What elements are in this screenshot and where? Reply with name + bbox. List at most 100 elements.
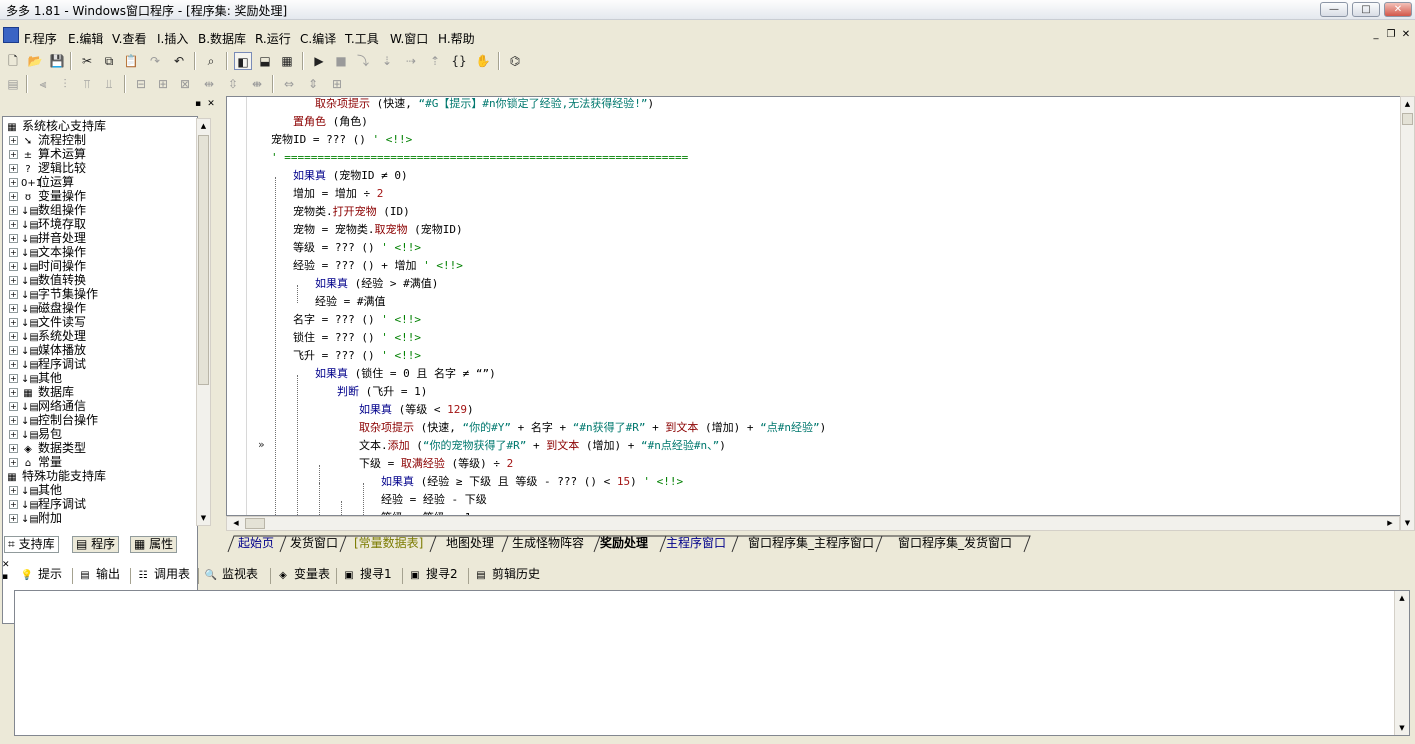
layout-bottom-icon[interactable]: ⬓ xyxy=(256,52,274,70)
tab-support-library[interactable]: ⌗ 支持库 xyxy=(4,536,59,553)
tree-item[interactable]: + ↓▤数组操作 xyxy=(9,203,86,217)
scroll-thumb[interactable] xyxy=(198,135,209,385)
redo-icon[interactable]: ↷ xyxy=(146,52,164,70)
align-center-icon[interactable]: ⫶ xyxy=(56,75,74,93)
code-line[interactable]: 取杂项提示 (快速, “你的#Y” + 名字 + “#n获得了#R” + 到文本… xyxy=(359,419,826,437)
tree-scrollbar[interactable]: ▲ ▼ xyxy=(196,118,211,526)
tab-start-page[interactable]: 起始页 xyxy=(234,536,278,553)
tree-item[interactable]: + ↓▤环境存取 xyxy=(9,217,86,231)
code-line[interactable]: 文本.添加 (“你的宠物获得了#R” + 到文本 (增加) + “#n点经验#n… xyxy=(359,437,726,455)
align-bottom-icon[interactable]: ⫫ xyxy=(100,75,118,93)
tree-item[interactable]: + ↓▤程序调试 xyxy=(9,357,86,371)
menu-insert[interactable]: I.插入 xyxy=(157,30,188,47)
open-folder-icon[interactable]: 📂 xyxy=(26,52,44,70)
output-tab[interactable]: ☷ 调用表 xyxy=(136,566,191,584)
expand-icon[interactable]: + xyxy=(9,318,18,327)
tree-item[interactable]: + ▦ 数据库 xyxy=(9,385,74,399)
tree-item[interactable]: + ↓▤程序调试 xyxy=(9,497,86,511)
tab-shipping-window-class[interactable]: 窗口程序集_发货窗口 xyxy=(894,536,1016,553)
tab-constant-table[interactable]: [常量数据表] xyxy=(350,536,427,553)
tree-item[interactable]: + ➘ 流程控制 xyxy=(9,133,86,147)
undo-icon[interactable]: ↶ xyxy=(170,52,188,70)
tree-item[interactable]: + ↓▤数值转换 xyxy=(9,273,86,287)
v-space-icon[interactable]: ⇳ xyxy=(224,75,242,93)
tree-item[interactable]: +? 逻辑比较 xyxy=(9,161,86,175)
mdi-restore-button[interactable]: ❐ xyxy=(1385,29,1397,41)
step-over-icon[interactable]: ⇢ xyxy=(402,52,420,70)
menu-help[interactable]: H.帮助 xyxy=(438,30,475,47)
cut-icon[interactable]: ✂ xyxy=(78,52,96,70)
tab-reward-processing[interactable]: 奖励处理 xyxy=(596,536,652,553)
tab-main-window-class[interactable]: 窗口程序集_主程序窗口 xyxy=(744,536,878,553)
output-content[interactable]: ▲ ▼ xyxy=(14,590,1410,736)
tree-item[interactable]: + ↓▤其他 xyxy=(9,483,62,497)
code-line[interactable]: 增加 = 增加 ÷ 2 xyxy=(293,185,383,203)
output-scrollbar[interactable]: ▲ ▼ xyxy=(1394,591,1409,735)
tree-item[interactable]: + ↓▤其他 xyxy=(9,371,62,385)
find-icon[interactable]: ⌕ xyxy=(202,52,220,70)
tab-shipping-window[interactable]: 发货窗口 xyxy=(286,536,342,553)
align-left-icon[interactable]: ⫷ xyxy=(34,75,52,93)
close-button[interactable]: ✕ xyxy=(1384,2,1412,17)
scroll-left-icon[interactable]: ◀ xyxy=(229,517,243,530)
tab-main-window[interactable]: 主程序窗口 xyxy=(662,536,730,553)
step-into-icon[interactable]: ⇣ xyxy=(378,52,396,70)
expand-icon[interactable]: + xyxy=(9,192,18,201)
code-line[interactable]: 如果真 (经验 > #满值) xyxy=(315,275,438,293)
expand-icon[interactable]: + xyxy=(9,220,18,229)
tree-item[interactable]: + ↓▤拼音处理 xyxy=(9,231,86,245)
step-icon[interactable]: ⤵ xyxy=(354,52,372,70)
tab-map-processing[interactable]: 地图处理 xyxy=(442,536,498,553)
h-space-icon[interactable]: ⇹ xyxy=(200,75,218,93)
expand-icon[interactable]: + xyxy=(9,262,18,271)
code-line[interactable]: 判断 (飞升 = 1) xyxy=(337,383,427,401)
menu-program[interactable]: F.程序 xyxy=(24,30,57,47)
tree-item[interactable]: + ↓▤字节集操作 xyxy=(9,287,98,301)
scroll-up-icon[interactable]: ▲ xyxy=(197,119,210,133)
expand-icon[interactable]: + xyxy=(9,164,18,173)
expand-icon[interactable]: + xyxy=(9,458,18,467)
new-file-icon[interactable]: 🗋 xyxy=(4,52,22,70)
code-line[interactable]: 取杂项提示 (快速, “#G【提示】#n你锁定了经验,无法获得经验!”) xyxy=(315,97,654,113)
minimize-button[interactable]: — xyxy=(1320,2,1348,17)
brace-icon[interactable]: {} xyxy=(450,52,468,70)
tab-generate-monsters[interactable]: 生成怪物阵容 xyxy=(508,536,588,553)
output-tab[interactable]: ▤ 输出 xyxy=(78,566,120,584)
same-height-icon[interactable]: ⊞ xyxy=(154,75,172,93)
expand-icon[interactable]: + xyxy=(9,248,18,257)
panel-close-icon[interactable]: ✕ xyxy=(205,98,217,110)
expand-icon[interactable]: + xyxy=(9,332,18,341)
code-line[interactable]: 宠物 = 宠物类.取宠物 (宠物ID) xyxy=(293,221,463,239)
menu-compile[interactable]: C.编译 xyxy=(300,30,336,47)
tree-item[interactable]: + ↓▤时间操作 xyxy=(9,259,86,273)
code-line[interactable]: 经验 = 经验 - 下级 xyxy=(381,491,487,509)
tree-item[interactable]: + ± 算术运算 xyxy=(9,147,86,161)
expand-icon[interactable]: + xyxy=(9,136,18,145)
code-line[interactable]: 经验 = ??? () + 增加 ' <!!> xyxy=(293,257,463,275)
menu-tools[interactable]: T.工具 xyxy=(345,30,379,47)
code-line[interactable]: 等级 = 等级 + 1 xyxy=(381,509,471,515)
editor-vscrollbar[interactable]: ▲ ▼ xyxy=(1400,96,1415,531)
code-line[interactable]: 宠物类.打开宠物 (ID) xyxy=(293,203,410,221)
expand-icon[interactable]: + xyxy=(9,374,18,383)
expand-icon[interactable]: + xyxy=(9,150,18,159)
scroll-down-icon[interactable]: ▼ xyxy=(1401,516,1414,530)
expand-icon[interactable]: + xyxy=(9,416,18,425)
code-line[interactable]: 如果真 (锁住 = 0 且 名字 ≠ “”) xyxy=(315,365,496,383)
expand-icon[interactable]: + xyxy=(9,346,18,355)
editor-hscrollbar[interactable]: ◀ ▶ xyxy=(226,516,1400,531)
code-line[interactable]: 宠物ID = ??? () ' <!!> xyxy=(271,131,412,149)
code-line[interactable]: 如果真 (经验 ≥ 下级 且 等级 - ??? () < 15) ' <!!> xyxy=(381,473,683,491)
expand-icon[interactable]: + xyxy=(9,402,18,411)
code-line[interactable]: 经验 = #满值 xyxy=(315,293,386,311)
tree-item[interactable]: + ↓▤文件读写 xyxy=(9,315,86,329)
expand-icon[interactable]: + xyxy=(9,276,18,285)
menu-view[interactable]: V.查看 xyxy=(112,30,146,47)
code-line[interactable]: 置角色 (角色) xyxy=(293,113,368,131)
expand-icon[interactable]: + xyxy=(9,430,18,439)
scroll-down-icon[interactable]: ▼ xyxy=(1395,721,1409,735)
output-tab[interactable]: ▣ 搜寻2 xyxy=(408,566,457,584)
expand-icon[interactable]: + xyxy=(9,360,18,369)
tab-properties[interactable]: ▦ 属性 xyxy=(130,536,178,553)
code-line[interactable]: 如果真 (等级 < 129) xyxy=(359,401,474,419)
